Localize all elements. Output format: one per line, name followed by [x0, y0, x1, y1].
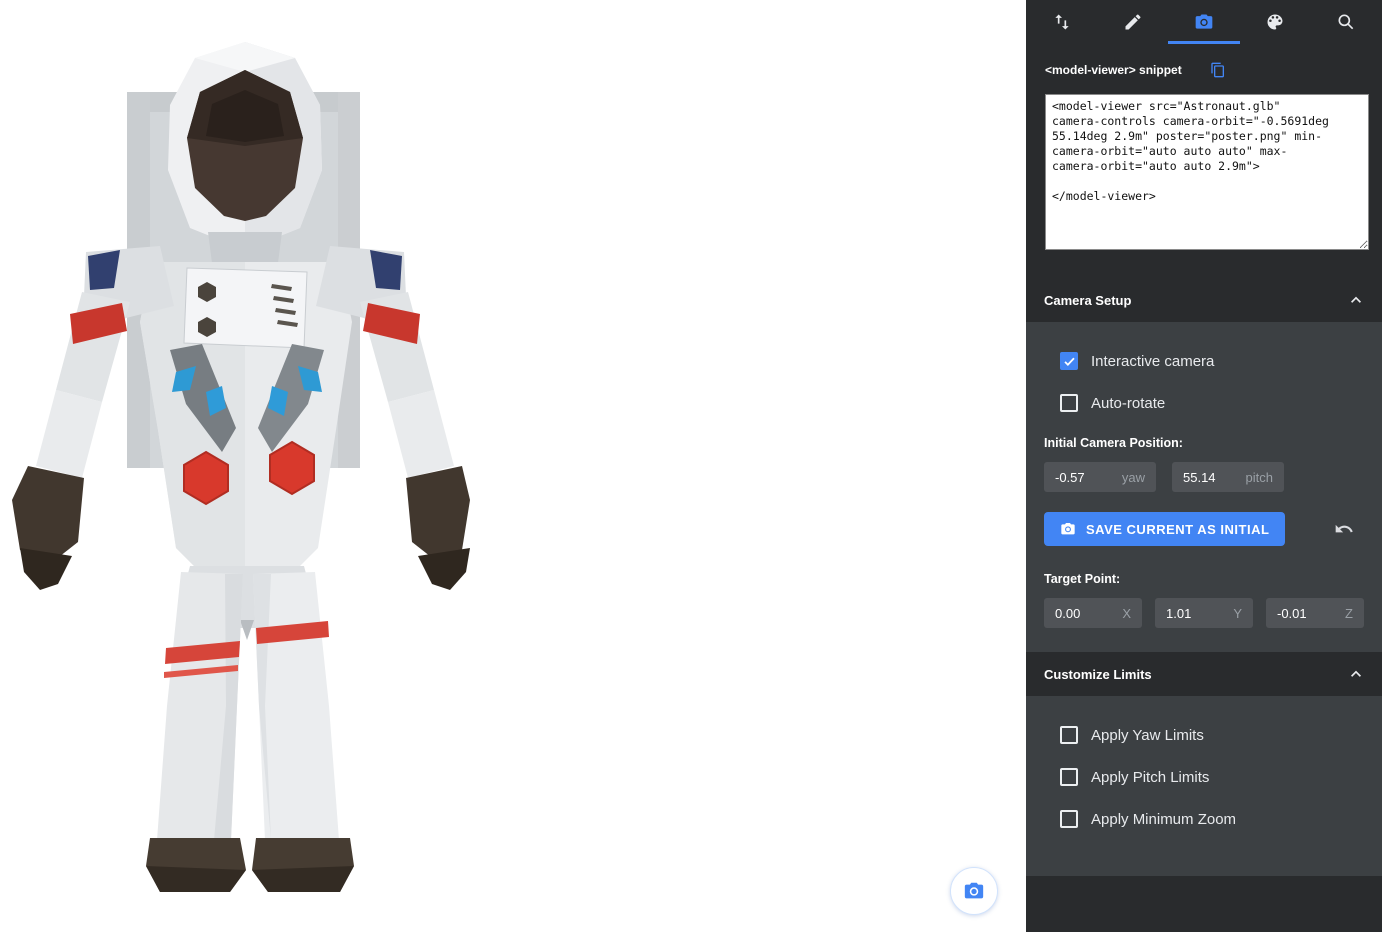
- copy-icon: [1210, 62, 1226, 78]
- yaw-field[interactable]: yaw: [1044, 462, 1156, 492]
- interactive-camera-checkbox[interactable]: [1060, 352, 1078, 370]
- check-icon: [1063, 355, 1076, 368]
- camera-setup-title: Camera Setup: [1044, 293, 1131, 308]
- apply-yaw-limits-row[interactable]: Apply Yaw Limits: [1044, 726, 1364, 744]
- customize-limits-body: Apply Yaw Limits Apply Pitch Limits Appl…: [1026, 696, 1382, 876]
- model-viewer-editor: <model-viewer> snippet <model-viewer src…: [0, 0, 1382, 932]
- snippet-title: <model-viewer> snippet: [1045, 63, 1182, 77]
- settings-panel: <model-viewer> snippet <model-viewer src…: [1026, 0, 1382, 932]
- camera-setup-body: Interactive camera Auto-rotate Initial C…: [1026, 322, 1382, 652]
- target-point-fields: X Y Z: [1044, 598, 1364, 628]
- chevron-up-icon[interactable]: [1346, 664, 1366, 684]
- camera-icon: [1194, 12, 1214, 32]
- search-icon: [1336, 12, 1356, 32]
- tab-bar: [1026, 0, 1382, 44]
- auto-rotate-row[interactable]: Auto-rotate: [1044, 394, 1364, 412]
- pitch-input[interactable]: [1183, 470, 1240, 485]
- interactive-camera-label: Interactive camera: [1091, 353, 1214, 370]
- save-button-label: SAVE CURRENT AS INITIAL: [1086, 522, 1269, 537]
- apply-minimum-zoom-checkbox[interactable]: [1060, 810, 1078, 828]
- undo-button[interactable]: [1332, 517, 1356, 541]
- save-current-as-initial-button[interactable]: SAVE CURRENT AS INITIAL: [1044, 512, 1285, 546]
- customize-limits-title: Customize Limits: [1044, 667, 1152, 682]
- tab-materials[interactable]: [1240, 0, 1311, 44]
- pitch-suffix: pitch: [1246, 470, 1273, 485]
- target-y-suffix: Y: [1233, 606, 1242, 621]
- target-z-suffix: Z: [1345, 606, 1353, 621]
- auto-rotate-checkbox[interactable]: [1060, 394, 1078, 412]
- initial-position-fields: yaw pitch: [1044, 462, 1364, 492]
- apply-pitch-limits-row[interactable]: Apply Pitch Limits: [1044, 768, 1364, 786]
- apply-yaw-limits-checkbox[interactable]: [1060, 726, 1078, 744]
- customize-limits-header[interactable]: Customize Limits: [1026, 652, 1382, 696]
- interactive-camera-row[interactable]: Interactive camera: [1044, 352, 1364, 370]
- target-x-suffix: X: [1122, 606, 1131, 621]
- target-x-input[interactable]: [1055, 606, 1116, 621]
- tab-camera[interactable]: [1168, 0, 1239, 44]
- camera-icon: [1060, 521, 1076, 537]
- undo-icon: [1334, 519, 1354, 539]
- target-y-field[interactable]: Y: [1155, 598, 1253, 628]
- panel-footer: [1026, 876, 1382, 932]
- pitch-field[interactable]: pitch: [1172, 462, 1284, 492]
- copy-snippet-button[interactable]: [1208, 60, 1228, 80]
- apply-yaw-limits-label: Apply Yaw Limits: [1091, 727, 1204, 744]
- apply-pitch-limits-checkbox[interactable]: [1060, 768, 1078, 786]
- save-row: SAVE CURRENT AS INITIAL: [1044, 512, 1364, 546]
- yaw-suffix: yaw: [1122, 470, 1145, 485]
- chevron-up-icon[interactable]: [1346, 290, 1366, 310]
- auto-rotate-label: Auto-rotate: [1091, 395, 1165, 412]
- snippet-header: <model-viewer> snippet: [1026, 44, 1382, 88]
- yaw-input[interactable]: [1055, 470, 1116, 485]
- initial-camera-position-label: Initial Camera Position:: [1044, 436, 1364, 450]
- camera-setup-header[interactable]: Camera Setup: [1026, 278, 1382, 322]
- apply-pitch-limits-label: Apply Pitch Limits: [1091, 769, 1209, 786]
- model-viewport[interactable]: [0, 0, 1026, 932]
- palette-icon: [1265, 12, 1285, 32]
- apply-minimum-zoom-row[interactable]: Apply Minimum Zoom: [1044, 810, 1364, 828]
- target-z-input[interactable]: [1277, 606, 1339, 621]
- tab-inspector[interactable]: [1311, 0, 1382, 44]
- tab-file-controls[interactable]: [1026, 0, 1097, 44]
- target-point-label: Target Point:: [1044, 572, 1364, 586]
- camera-capture-fab[interactable]: [950, 867, 998, 915]
- target-z-field[interactable]: Z: [1266, 598, 1364, 628]
- apply-minimum-zoom-label: Apply Minimum Zoom: [1091, 811, 1236, 828]
- target-x-field[interactable]: X: [1044, 598, 1142, 628]
- target-y-input[interactable]: [1166, 606, 1227, 621]
- camera-icon: [963, 880, 985, 902]
- astronaut-model: [0, 0, 500, 932]
- tab-edit[interactable]: [1097, 0, 1168, 44]
- swap-vertical-icon: [1052, 12, 1072, 32]
- snippet-code-textarea[interactable]: <model-viewer src="Astronaut.glb" camera…: [1045, 94, 1369, 250]
- pencil-icon: [1123, 12, 1143, 32]
